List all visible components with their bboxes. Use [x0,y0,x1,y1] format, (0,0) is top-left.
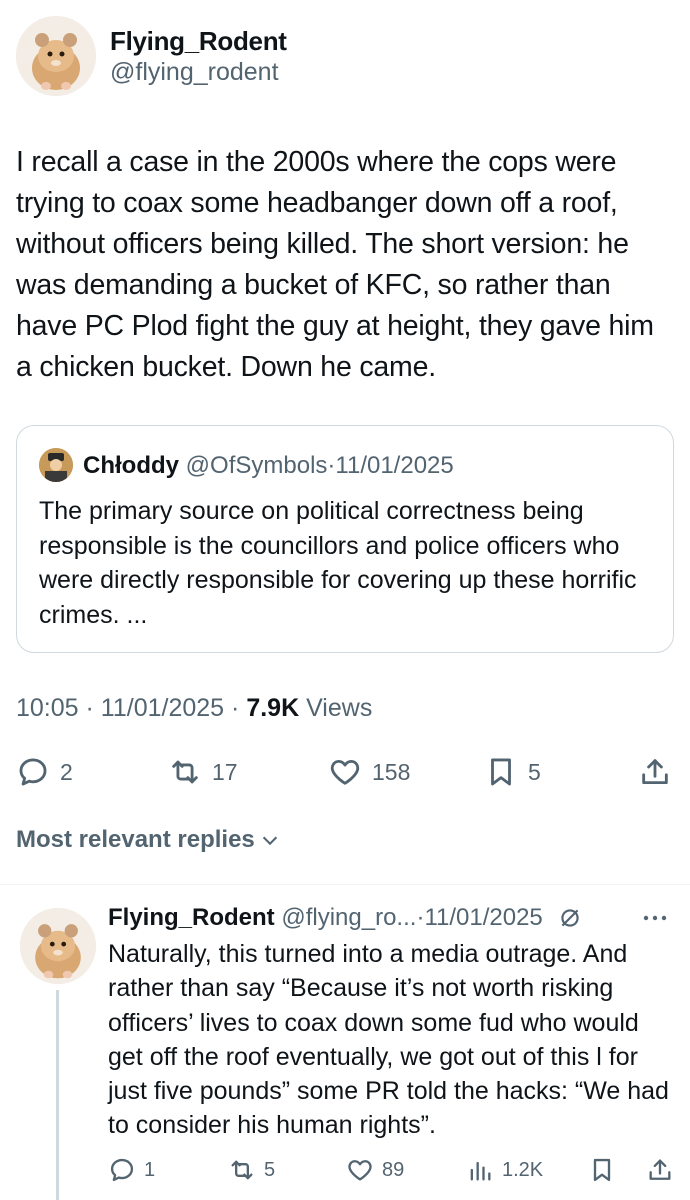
tweet-meta: 10:05 · 11/01/2025 · 7.9K Views [16,694,372,723]
reply-date[interactable]: 11/01/2025 [424,904,542,932]
tweet-text: I recall a case in the 2000s where the c… [16,146,654,383]
tweet-date[interactable]: 11/01/2025 [101,694,224,722]
like-count: 158 [372,758,411,785]
reply-reply-count: 1 [144,1158,156,1181]
reply-views-count: 1.2K [502,1158,544,1181]
views-count[interactable]: 7.9K [246,694,299,722]
reply-text: Naturally, this turned into a media outr… [108,940,669,1140]
reply-bookmark-button[interactable] [588,1150,616,1190]
reply-like-button[interactable]: 89 [346,1150,404,1190]
reply-author-name[interactable]: Flying_Rodent [108,904,275,932]
reply-action-bar: 1 5 89 1.2K [0,1150,690,1190]
reply-reply-button[interactable]: 1 [108,1150,155,1190]
share-button[interactable] [638,748,672,796]
tweet-action-bar: 2 17 158 5 [0,748,690,796]
section-divider [0,884,690,885]
repost-count: 17 [212,758,238,785]
more-dots-icon[interactable] [638,906,672,930]
heart-icon [330,759,360,785]
quote-text: The primary source on political correctn… [39,497,637,629]
author-avatar[interactable] [16,16,96,96]
bookmark-icon [593,1158,611,1182]
repost-arrows-icon [172,760,198,784]
author-handle[interactable]: @flying_rodent [110,58,279,87]
reply-like-count: 89 [382,1158,405,1181]
reply-author-handle[interactable]: @flying_ro... [281,904,416,932]
reply-views-button[interactable]: 1.2K [466,1150,543,1190]
quote-author-handle: @OfSymbols [185,452,328,479]
meta-separator: · [85,694,94,722]
reply-author-avatar[interactable] [20,908,96,984]
reply-header: Flying_Rodent @flying_ro... · 11/01/2025 [108,904,583,932]
bookmark-button[interactable]: 5 [484,748,541,796]
repost-button[interactable]: 17 [168,748,238,796]
bar-chart-icon [470,1161,491,1181]
quote-avatar [39,448,73,482]
reply-button[interactable]: 2 [16,748,73,796]
quote-author-name: Chłoddy [83,452,179,479]
replies-sort-toggle[interactable]: Most relevant replies [16,826,281,854]
bookmark-icon [491,758,511,786]
quote-date: 11/01/2025 [335,452,454,479]
repost-arrows-icon [231,1160,253,1180]
like-button[interactable]: 158 [328,748,410,796]
share-upload-icon [649,1159,671,1180]
edit-circle-slash-icon[interactable] [557,905,583,931]
chevron-down-icon [262,836,277,846]
quote-header: Chłoddy @OfSymbols·11/01/2025 [83,452,454,480]
reply-count: 2 [60,758,73,785]
bookmark-count: 5 [528,758,541,785]
reply-separator: · [416,904,425,931]
views-label[interactable]: Views [306,694,372,722]
heart-icon [348,1160,372,1181]
speech-bubble-icon [19,758,47,786]
author-name[interactable]: Flying_Rodent [110,26,287,57]
tweet-time[interactable]: 10:05 [16,694,79,722]
reply-share-button[interactable] [646,1150,674,1190]
quoted-tweet-card[interactable]: Chłoddy @OfSymbols·11/01/2025 The primar… [16,425,674,653]
reply-repost-count: 5 [264,1158,276,1181]
speech-bubble-icon [110,1158,134,1182]
reply-repost-button[interactable]: 5 [228,1150,275,1190]
meta-separator: · [231,694,240,722]
share-upload-icon [642,759,668,785]
replies-sort-label: Most relevant replies [16,826,255,853]
